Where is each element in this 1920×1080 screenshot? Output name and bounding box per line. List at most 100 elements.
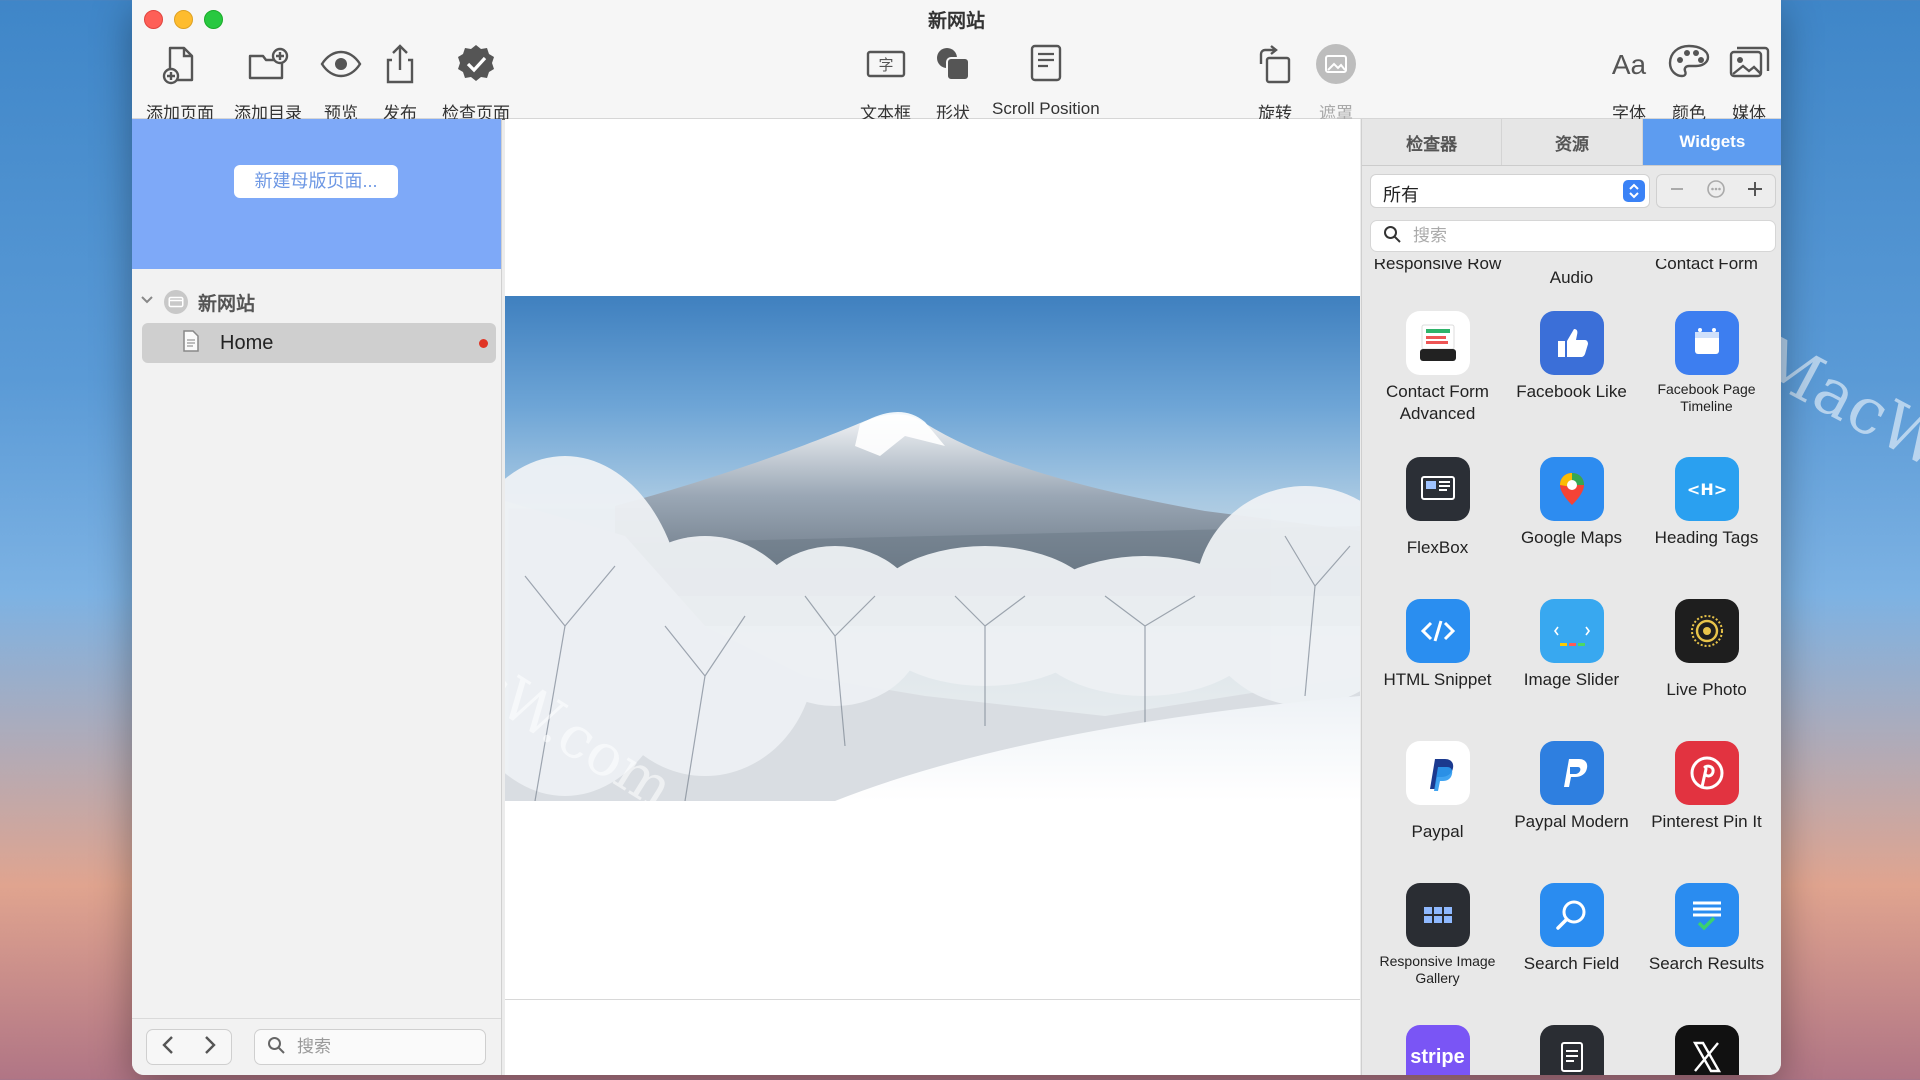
canvas-divider [505, 999, 1360, 1000]
remove-button[interactable] [1657, 175, 1696, 207]
widget-label[interactable]: Responsive Row [1370, 259, 1505, 275]
page-label: Home [220, 331, 274, 354]
chevron-down-icon[interactable] [140, 293, 154, 312]
widget-x[interactable] [1639, 1025, 1774, 1075]
chevron-left-icon [161, 1035, 175, 1060]
widget-label[interactable]: Contact Form [1639, 259, 1774, 275]
preview-button[interactable]: 预览 [319, 42, 363, 124]
document-widget-icon [1539, 1025, 1604, 1075]
widget-google-maps[interactable]: Google Maps [1504, 457, 1639, 549]
widget-filter-select[interactable]: 所有 [1370, 174, 1650, 208]
scroll-position-button[interactable]: Scroll Position [992, 42, 1100, 119]
add-button[interactable] [1736, 175, 1775, 207]
back-button[interactable] [147, 1030, 189, 1064]
add-page-icon [158, 42, 202, 91]
widget-name: Live Photo [1666, 680, 1747, 699]
rotate-button[interactable]: 旋转 [1253, 42, 1297, 124]
contact-form-advanced-icon [1405, 311, 1470, 375]
widget-name: FlexBox [1406, 538, 1469, 557]
share-icon [378, 42, 422, 91]
widget-name: Facebook Page Timeline [1657, 381, 1756, 414]
unsaved-indicator [479, 339, 488, 348]
sidebar-search-input[interactable] [295, 1036, 479, 1058]
search-results-icon [1674, 883, 1739, 947]
filter-value: 所有 [1383, 185, 1419, 205]
site-tree-item[interactable]: 新网站 [140, 287, 255, 317]
forward-button[interactable] [189, 1030, 231, 1064]
font-button[interactable]: Aa 字体 [1607, 42, 1651, 124]
x-logo-icon [1674, 1025, 1739, 1075]
svg-text:字: 字 [878, 56, 893, 74]
widget-image-slider[interactable]: Image Slider [1504, 599, 1639, 691]
select-stepper-icon [1623, 180, 1645, 202]
mask-button[interactable]: 遮罩 [1314, 42, 1358, 124]
widget-search-field[interactable]: Search Field [1504, 883, 1639, 975]
widget-name: Paypal Modern [1514, 812, 1629, 831]
textbox-icon: 字 [864, 42, 908, 91]
tab-inspector[interactable]: 检查器 [1362, 119, 1503, 165]
widget-label[interactable]: Audio [1504, 267, 1639, 289]
page-canvas[interactable]: MacW.com [505, 119, 1360, 1075]
site-label: 新网站 [198, 293, 256, 315]
widget-live-photo[interactable]: Live Photo [1639, 599, 1774, 701]
publish-button[interactable]: 发布 [378, 42, 422, 124]
widget-name: Image Slider [1523, 670, 1620, 689]
media-button[interactable]: 媒体 [1727, 42, 1771, 124]
widget-name: HTML Snippet [1383, 670, 1492, 689]
more-button[interactable] [1696, 175, 1735, 207]
widget-search-results[interactable]: Search Results [1639, 883, 1774, 975]
color-button[interactable]: 颜色 [1667, 42, 1711, 124]
widget-pinterest-pin-it[interactable]: Pinterest Pin It [1639, 741, 1774, 833]
shape-icon [931, 42, 975, 91]
window-title: 新网站 [927, 11, 985, 32]
hero-image[interactable]: MacW.com [505, 296, 1360, 801]
textbox-button[interactable]: 字 文本框 [860, 42, 911, 124]
widget-grid: Responsive Row Audio Contact Form Contac… [1362, 259, 1781, 1075]
widget-facebook-page-timeline[interactable]: Facebook Page Timeline [1639, 311, 1774, 415]
widget-name: Search Results [1648, 954, 1765, 973]
widget-document[interactable] [1504, 1025, 1639, 1075]
widget-flexbox[interactable]: FlexBox [1370, 457, 1505, 559]
widget-stripe[interactable]: stripe [1370, 1025, 1505, 1075]
widget-search [1370, 220, 1776, 252]
page-item-home[interactable]: Home [142, 323, 496, 363]
widget-name: Contact Form Advanced [1386, 382, 1489, 423]
add-folder-icon [246, 42, 290, 91]
check-page-button[interactable]: 检查页面 [442, 42, 510, 124]
widget-paypal-modern[interactable]: Paypal Modern [1504, 741, 1639, 833]
widget-search-input[interactable] [1411, 225, 1755, 247]
widget-name: Pinterest Pin It [1651, 812, 1762, 831]
map-pin-icon [1539, 457, 1604, 521]
app-window: 新网站 添加页面 添加目录 预览 发布 检查页面 字 文本框 形状 Scroll… [132, 0, 1781, 1075]
widget-paypal[interactable]: Paypal [1370, 741, 1505, 843]
tab-widgets[interactable]: Widgets [1642, 119, 1781, 165]
new-master-page-button[interactable]: 新建母版页面... [234, 165, 398, 198]
search-icon [1371, 225, 1401, 248]
widget-name: Search Field [1523, 954, 1620, 973]
panel-tabs: 检查器 资源 Widgets [1362, 119, 1781, 166]
search-field-icon [1539, 883, 1604, 947]
font-icon: Aa [1607, 42, 1651, 91]
tab-resources[interactable]: 资源 [1502, 119, 1643, 165]
add-page-button[interactable]: 添加页面 [146, 42, 214, 124]
widget-heading-tags[interactable]: <H> Heading Tags [1639, 457, 1774, 549]
widget-html-snippet[interactable]: HTML Snippet [1370, 599, 1505, 691]
widget-actions [1656, 174, 1776, 208]
scroll-icon [1024, 42, 1068, 91]
widget-responsive-image-gallery[interactable]: Responsive Image Gallery [1370, 883, 1505, 987]
shape-button[interactable]: 形状 [931, 42, 975, 124]
widget-facebook-like[interactable]: Facebook Like [1504, 311, 1639, 403]
master-page-area: 新建母版页面... [132, 119, 501, 269]
image-gallery-icon [1405, 883, 1470, 947]
paypal-modern-icon [1539, 741, 1604, 805]
widget-name: Heading Tags [1654, 528, 1759, 547]
add-folder-button[interactable]: 添加目录 [234, 42, 302, 124]
toolbar: 新网站 添加页面 添加目录 预览 发布 检查页面 字 文本框 形状 Scroll… [132, 0, 1781, 123]
svg-text:<H>: <H> [1687, 480, 1727, 499]
widget-contact-form-advanced[interactable]: Contact Form Advanced [1370, 311, 1505, 425]
palette-icon [1667, 42, 1711, 91]
widget-name: Responsive Image Gallery [1379, 953, 1496, 986]
eye-icon [319, 42, 363, 91]
stripe-wordmark: stripe [1410, 1045, 1465, 1068]
live-photo-icon [1674, 599, 1739, 663]
